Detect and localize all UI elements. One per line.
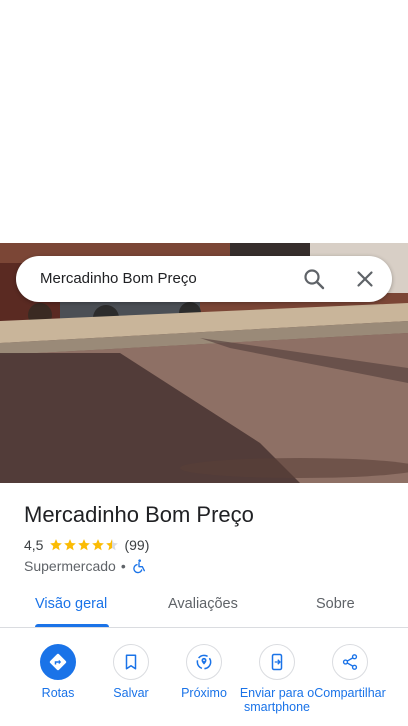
place-tabs: Visão geral Avaliações Sobre — [0, 585, 408, 628]
directions-icon — [40, 644, 76, 680]
nearby-label: Próximo — [181, 686, 227, 700]
search-icon[interactable] — [302, 267, 326, 291]
bookmark-icon — [113, 644, 149, 680]
separator-dot: • — [120, 558, 126, 574]
wheelchair-accessible-icon — [133, 559, 145, 574]
send-to-phone-button[interactable]: Enviar para o smartphone — [237, 644, 317, 714]
share-icon — [332, 644, 368, 680]
close-icon[interactable] — [353, 267, 377, 291]
send-to-phone-label: Enviar para o smartphone — [239, 686, 315, 714]
star-icon — [50, 539, 63, 551]
search-bar[interactable]: Mercadinho Bom Preço — [16, 256, 392, 302]
half-star-icon — [106, 539, 119, 551]
tab-about[interactable]: Sobre — [316, 596, 355, 612]
review-count[interactable]: (99) — [124, 537, 149, 553]
share-button[interactable]: Compartilhar — [310, 644, 390, 700]
rating-value: 4,5 — [24, 537, 44, 553]
action-bar: Rotas Salvar Próximo Enviar para o smart… — [0, 644, 408, 726]
search-input[interactable]: Mercadinho Bom Preço — [40, 270, 197, 287]
map-blank-area — [0, 0, 408, 243]
rating-row[interactable]: 4,5 (99) — [24, 536, 149, 554]
nearby-button[interactable]: Próximo — [164, 644, 244, 700]
place-category: Supermercado — [24, 558, 116, 574]
directions-label: Rotas — [41, 686, 75, 700]
star-icon — [92, 539, 105, 551]
save-label: Salvar — [113, 686, 149, 700]
star-rating — [49, 538, 119, 552]
directions-button[interactable]: Rotas — [18, 644, 98, 700]
save-button[interactable]: Salvar — [91, 644, 171, 700]
star-icon — [64, 539, 77, 551]
active-tab-indicator — [35, 624, 109, 627]
send-to-phone-icon — [259, 644, 295, 680]
category-row: Supermercado • — [24, 557, 147, 575]
place-title: Mercadinho Bom Preço — [24, 502, 254, 527]
tab-reviews[interactable]: Avaliações — [168, 596, 238, 612]
nearby-icon — [186, 644, 222, 680]
star-icon — [78, 539, 91, 551]
tab-overview[interactable]: Visão geral — [35, 596, 107, 612]
share-label: Compartilhar — [314, 686, 386, 700]
